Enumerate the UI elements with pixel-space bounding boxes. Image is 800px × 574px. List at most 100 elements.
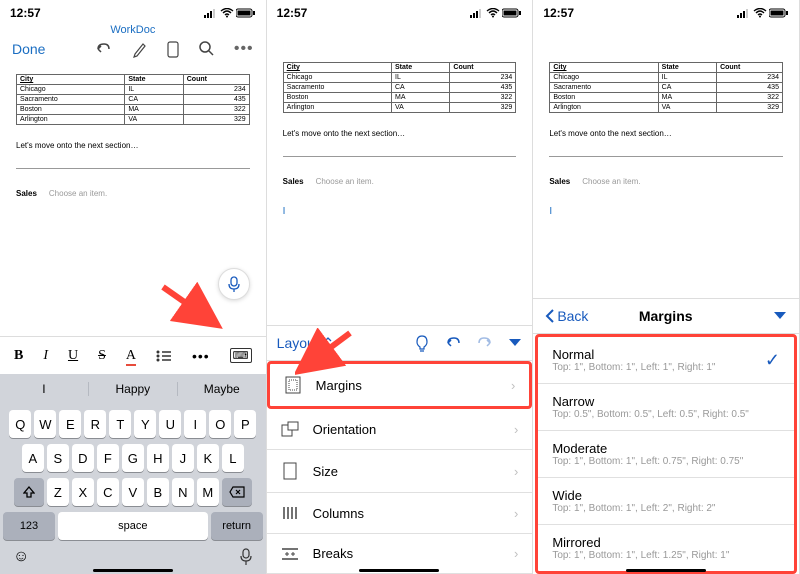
margin-option-moderate[interactable]: ModerateTop: 1", Bottom: 1", Left: 0.75"… [538,431,794,478]
menu-margins[interactable]: Margins › [267,361,533,409]
dictation-icon[interactable] [239,548,253,566]
key-u[interactable]: U [159,410,181,438]
key-f[interactable]: F [97,444,119,472]
return-key[interactable]: return [211,512,263,540]
margin-option-wide[interactable]: WideTop: 1", Bottom: 1", Left: 2", Right… [538,478,794,525]
key-s[interactable]: S [47,444,69,472]
more-icon[interactable]: ••• [234,40,254,58]
collapse-icon[interactable] [508,338,522,348]
key-v[interactable]: V [122,478,144,506]
key-e[interactable]: E [59,410,81,438]
key-y[interactable]: Y [134,410,156,438]
key-w[interactable]: W [34,410,56,438]
key-t[interactable]: T [109,410,131,438]
signal-icon [737,8,751,18]
key-c[interactable]: C [97,478,119,506]
collapse-icon[interactable] [773,311,787,321]
bullet-list-icon[interactable] [156,349,172,363]
sales-field[interactable]: Sales Choose an item. [16,189,250,198]
home-indicator[interactable] [626,569,706,572]
margin-option-normal[interactable]: NormalTop: 1", Bottom: 1", Left: 1", Rig… [538,337,794,384]
body-text[interactable]: Let's move onto the next section… [16,141,250,150]
menu-size[interactable]: Size › [267,450,533,493]
mic-icon [226,276,242,292]
emoji-button[interactable]: ☺ [13,548,29,566]
key-m[interactable]: M [197,478,219,506]
italic-button[interactable]: I [43,348,48,364]
shift-key[interactable] [14,478,44,506]
margins-nav: Back Margins [533,298,799,334]
key-row-3: ZXCVBNM [3,478,263,506]
data-table[interactable]: City State Count ChicagoIL234 Sacramento… [16,74,250,125]
key-j[interactable]: J [172,444,194,472]
ribbon-tab-dropdown[interactable]: Layout [277,335,333,351]
dictation-button[interactable] [218,268,250,300]
menu-columns[interactable]: Columns › [267,493,533,534]
doc-title[interactable]: WorkDoc [110,24,155,36]
undo-icon[interactable] [94,40,112,58]
key-h[interactable]: H [147,444,169,472]
key-x[interactable]: X [72,478,94,506]
highlight-button[interactable]: A [126,348,136,364]
cursor-indicator: I [549,206,783,217]
key-a[interactable]: A [22,444,44,472]
document-area[interactable]: CityStateCount ChicagoIL234 SacramentoCA… [267,52,533,227]
key-q[interactable]: Q [9,410,31,438]
key-o[interactable]: O [209,410,231,438]
search-icon[interactable] [198,40,216,58]
key-i[interactable]: I [184,410,206,438]
space-key[interactable]: space [58,512,208,540]
key-l[interactable]: L [222,444,244,472]
menu-breaks[interactable]: Breaks › [267,534,533,574]
redo-icon[interactable] [476,335,494,351]
device-icon[interactable] [166,40,180,58]
home-indicator[interactable] [359,569,439,572]
orientation-icon [281,421,299,437]
body-text[interactable]: Let's move onto the next section… [283,129,517,138]
suggestion-1[interactable]: I [0,382,89,396]
key-z[interactable]: Z [47,478,69,506]
document-area[interactable]: CityStateCount ChicagoIL234 SacramentoCA… [533,52,799,227]
suggestion-3[interactable]: Maybe [178,382,266,396]
sales-field[interactable]: Sales Choose an item. [283,177,517,186]
margin-option-mirrored[interactable]: MirroredTop: 1", Bottom: 1", Left: 1.25"… [538,525,794,571]
strike-button[interactable]: S [98,348,106,364]
suggestion-2[interactable]: Happy [89,382,178,396]
more-format-button[interactable]: ••• [192,348,210,364]
table-row: ArlingtonVA329 [17,115,250,125]
ribbon-header: Layout [267,325,533,360]
backspace-key[interactable] [222,478,252,506]
undo-icon[interactable] [444,335,462,351]
numbers-key[interactable]: 123 [3,512,55,540]
key-n[interactable]: N [172,478,194,506]
done-button[interactable]: Done [12,41,45,57]
chevron-right-icon: › [514,506,518,521]
data-table[interactable]: CityStateCount ChicagoIL234 SacramentoCA… [283,62,517,113]
key-p[interactable]: P [234,410,256,438]
menu-orientation[interactable]: Orientation › [267,409,533,450]
bold-button[interactable]: B [14,348,23,364]
sales-field[interactable]: Sales Choose an item. [549,177,783,186]
lightbulb-icon[interactable] [414,334,430,352]
chevron-right-icon: › [511,378,515,393]
key-b[interactable]: B [147,478,169,506]
margin-option-narrow[interactable]: NarrowTop: 0.5", Bottom: 0.5", Left: 0.5… [538,384,794,431]
keyboard-toggle-icon[interactable]: ⌨ [230,348,252,363]
key-k[interactable]: K [197,444,219,472]
status-icons [737,8,789,18]
home-indicator[interactable] [93,569,173,572]
data-table[interactable]: CityStateCount ChicagoIL234 SacramentoCA… [549,62,783,113]
table-row: SacramentoCA435 [17,95,250,105]
key-d[interactable]: D [72,444,94,472]
key-r[interactable]: R [84,410,106,438]
keyboard-suggestions: I Happy Maybe [0,374,266,404]
columns-icon [281,505,299,521]
margins-title: Margins [558,308,773,324]
chevron-right-icon: › [514,422,518,437]
key-g[interactable]: G [122,444,144,472]
pen-icon[interactable] [130,40,148,58]
menu-label: Orientation [313,422,377,437]
underline-button[interactable]: U [68,348,78,364]
menu-label: Size [313,464,338,479]
body-text[interactable]: Let's move onto the next section… [549,129,783,138]
